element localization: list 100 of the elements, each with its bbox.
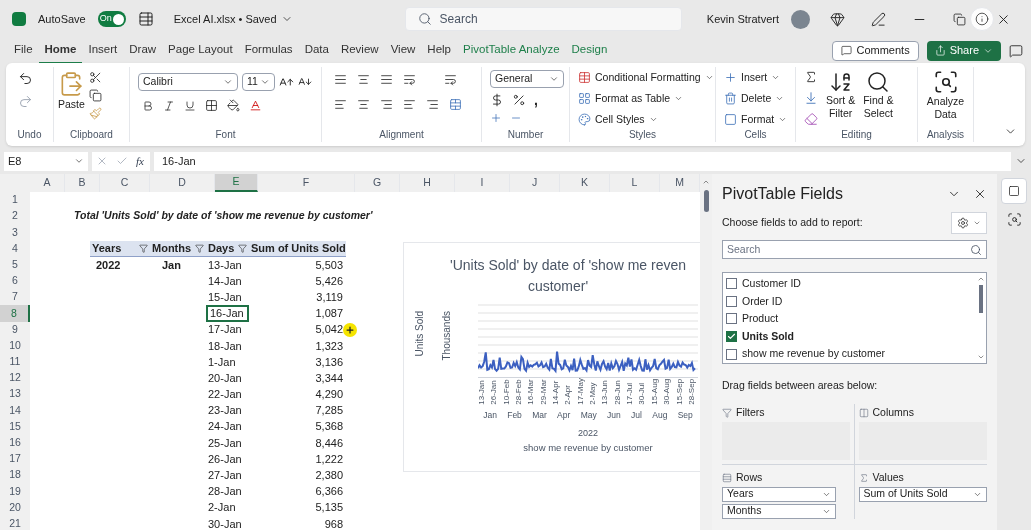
column-header[interactable]: I bbox=[455, 174, 510, 192]
merge-icon[interactable] bbox=[449, 98, 462, 111]
row-number[interactable]: 21 bbox=[0, 515, 30, 530]
name-box[interactable]: E8 bbox=[4, 151, 88, 171]
ribbon-tab[interactable]: Formulas bbox=[238, 37, 299, 64]
row-number[interactable]: 5 bbox=[0, 256, 30, 273]
eraser-icon[interactable] bbox=[804, 112, 818, 126]
row-number[interactable]: 14 bbox=[0, 402, 30, 419]
ribbon-tab[interactable]: Review bbox=[334, 37, 385, 64]
filter-sort-icon[interactable] bbox=[139, 243, 148, 253]
align-middle-icon[interactable] bbox=[357, 73, 370, 86]
align-left-icon[interactable] bbox=[334, 98, 347, 111]
number-format-field[interactable]: General bbox=[490, 70, 564, 88]
cells-button[interactable]: Delete bbox=[724, 90, 788, 107]
analyze-data-button[interactable]: Analyze Data bbox=[922, 67, 969, 122]
field-checkbox[interactable] bbox=[726, 313, 737, 325]
file-name[interactable]: Excel AI.xlsx • Saved bbox=[173, 10, 277, 28]
ribbon-tab[interactable]: File bbox=[8, 37, 39, 64]
font-color-icon[interactable] bbox=[249, 99, 262, 112]
autosum-icon[interactable] bbox=[804, 70, 818, 84]
bold-icon[interactable] bbox=[142, 99, 154, 112]
day-cell[interactable]: 26-Jan bbox=[206, 451, 249, 468]
day-cell[interactable]: 17-Jan bbox=[206, 321, 249, 338]
row-number[interactable]: 9 bbox=[0, 321, 30, 338]
vertical-scrollbar[interactable] bbox=[700, 174, 712, 530]
row-number[interactable]: 10 bbox=[0, 337, 30, 354]
day-cell[interactable]: 23-Jan bbox=[206, 402, 249, 419]
share-button[interactable]: Share bbox=[926, 40, 1001, 61]
column-header[interactable]: C bbox=[100, 174, 150, 192]
borders-icon[interactable] bbox=[205, 99, 218, 112]
font-size-field[interactable]: 11 bbox=[242, 73, 275, 91]
day-cell[interactable]: 1-Jan bbox=[206, 353, 249, 371]
row-number[interactable]: 8 bbox=[0, 305, 30, 322]
ribbon-tab[interactable]: Data bbox=[298, 37, 335, 64]
row-number[interactable]: 1 bbox=[0, 192, 30, 209]
field-checkbox[interactable] bbox=[726, 278, 737, 290]
fill-icon[interactable] bbox=[804, 91, 818, 105]
formula-field[interactable]: 16-Jan bbox=[154, 151, 1011, 171]
column-header[interactable]: K bbox=[560, 174, 610, 192]
day-cell[interactable]: 28-Jan bbox=[206, 483, 249, 500]
currency-icon[interactable] bbox=[490, 93, 504, 107]
row-number[interactable]: 4 bbox=[0, 240, 30, 257]
styles-button[interactable]: Cell Styles bbox=[578, 111, 714, 128]
field-checkbox[interactable] bbox=[726, 348, 737, 360]
ribbon-tab[interactable]: Draw bbox=[123, 37, 163, 64]
find-select-button[interactable]: Find & Select bbox=[863, 70, 894, 126]
filter-sort-icon[interactable] bbox=[195, 243, 204, 253]
insert-function-button[interactable]: fx bbox=[136, 152, 144, 170]
column-header[interactable]: E bbox=[215, 174, 258, 192]
scroll-thumb[interactable] bbox=[703, 190, 709, 212]
autosave-toggle[interactable]: On bbox=[97, 11, 126, 27]
font-name-field[interactable]: Calibri bbox=[138, 73, 238, 91]
paste-button[interactable]: Paste bbox=[58, 71, 85, 120]
chart-area[interactable] bbox=[403, 242, 700, 472]
row-number[interactable]: 11 bbox=[0, 353, 30, 371]
day-cell[interactable]: 22-Jan bbox=[206, 386, 249, 403]
day-cell[interactable]: 24-Jan bbox=[206, 418, 249, 435]
field-checkbox[interactable] bbox=[726, 295, 737, 307]
cut-icon[interactable] bbox=[88, 71, 102, 84]
day-cell[interactable]: 30-Jan bbox=[206, 515, 249, 530]
ribbon-tab[interactable]: View bbox=[384, 37, 422, 64]
row-number[interactable]: 18 bbox=[0, 467, 30, 484]
italic-icon[interactable] bbox=[163, 99, 175, 112]
day-cell[interactable]: 27-Jan bbox=[206, 467, 249, 484]
day-cell[interactable]: 18-Jan bbox=[206, 337, 249, 354]
styles-button[interactable]: Format as Table bbox=[578, 90, 714, 107]
day-cell[interactable]: 20-Jan bbox=[206, 370, 249, 387]
presence-icon[interactable] bbox=[1009, 43, 1023, 58]
side-tab[interactable] bbox=[1001, 178, 1027, 204]
settings-button[interactable] bbox=[951, 212, 987, 234]
ribbon-tab[interactable]: Help bbox=[421, 37, 457, 64]
comments-button[interactable]: Comments bbox=[832, 40, 919, 61]
day-cell[interactable]: 16-Jan bbox=[206, 305, 249, 322]
day-cell[interactable]: 14-Jan bbox=[206, 272, 249, 290]
undo-icon[interactable] bbox=[18, 71, 33, 86]
day-cell[interactable]: 15-Jan bbox=[206, 289, 249, 306]
area-field-button[interactable]: Months bbox=[722, 503, 836, 519]
filter-sort-icon[interactable] bbox=[238, 243, 247, 253]
row-number[interactable]: 12 bbox=[0, 370, 30, 387]
ribbon-tab[interactable]: Page Layout bbox=[162, 37, 239, 64]
align-center-icon[interactable] bbox=[357, 98, 370, 111]
percent-icon[interactable] bbox=[512, 93, 526, 107]
avatar[interactable] bbox=[791, 9, 810, 29]
cells-button[interactable]: Format bbox=[724, 111, 788, 128]
row-number[interactable]: 17 bbox=[0, 451, 30, 468]
pen-icon[interactable] bbox=[871, 11, 886, 27]
cells-button[interactable]: Insert bbox=[724, 70, 788, 86]
column-header[interactable]: B bbox=[65, 174, 100, 192]
row-number[interactable]: 15 bbox=[0, 418, 30, 435]
search-field[interactable]: Search bbox=[404, 7, 682, 31]
column-header[interactable]: L bbox=[610, 174, 660, 192]
row-number[interactable]: 13 bbox=[0, 386, 30, 403]
field-search[interactable]: Search bbox=[722, 240, 987, 259]
area-field-button[interactable]: Years bbox=[722, 486, 836, 502]
row-number[interactable]: 20 bbox=[0, 499, 30, 516]
day-cell[interactable]: 13-Jan bbox=[206, 256, 249, 273]
row-number[interactable]: 19 bbox=[0, 483, 30, 500]
align-right-icon[interactable] bbox=[380, 98, 393, 111]
fill-color-icon[interactable] bbox=[227, 99, 240, 112]
row-number[interactable]: 16 bbox=[0, 434, 30, 451]
